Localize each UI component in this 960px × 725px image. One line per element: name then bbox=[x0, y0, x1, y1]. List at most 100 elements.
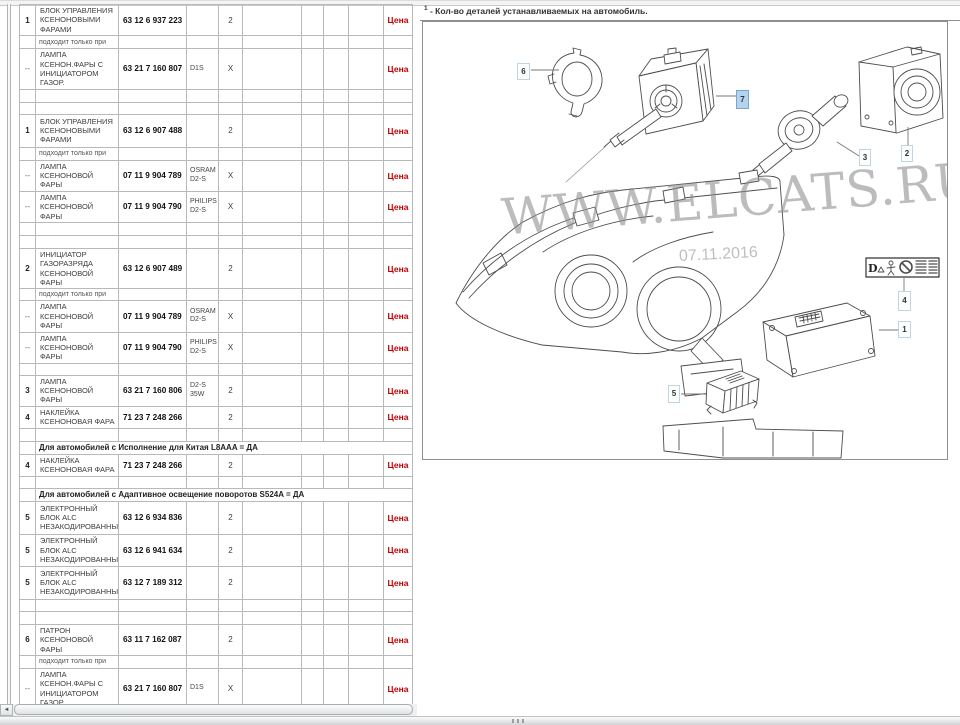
num-cell bbox=[19, 288, 36, 302]
empty-cell bbox=[218, 221, 243, 236]
price-link[interactable]: Цена bbox=[388, 578, 409, 588]
table-row bbox=[19, 475, 413, 489]
empty-cell bbox=[118, 362, 187, 376]
empty-cell bbox=[323, 331, 349, 364]
empty-cell bbox=[218, 234, 243, 249]
splitter-grip-icon[interactable] bbox=[512, 719, 526, 723]
empty-cell bbox=[218, 610, 243, 625]
horizontal-scrollbar[interactable]: ◄ bbox=[0, 704, 417, 716]
section-cell: Для автомобилей с Адаптивное освещение п… bbox=[35, 487, 413, 502]
empty-cell bbox=[242, 234, 302, 249]
empty-cell bbox=[186, 654, 219, 669]
price-link[interactable]: Цена bbox=[388, 171, 409, 181]
name-cell: НАКЛЕЙКА КСЕНОНОВАЯ ФАРА bbox=[35, 405, 119, 429]
table-row: -- ЛАМПА КСЕНОНОВОЙ ФАРЫ 07 11 9 904 790 PH… bbox=[19, 331, 413, 364]
name-cell: БЛОК УПРАВЛЕНИЯ КСЕНОНОВЫМИ ФАРАМИ bbox=[35, 113, 119, 148]
price-link[interactable]: Цена bbox=[388, 635, 409, 645]
callout-1[interactable]: 1 bbox=[898, 321, 911, 338]
empty-cell bbox=[19, 610, 36, 625]
empty-cell bbox=[323, 533, 349, 567]
callout-2[interactable]: 2 bbox=[901, 145, 913, 162]
empty-cell bbox=[242, 300, 302, 333]
scroll-left-arrow-icon[interactable]: ◄ bbox=[0, 704, 13, 716]
table-row: 2 ИНИЦИАТОР ГАЗОРАЗРЯДА КСЕНОНОВОЙ ФАРЫ 63… bbox=[19, 247, 413, 290]
name-cell: ЛАМПА КСЕНОН.ФАРЫ С ИНИЦИАТОРОМ ГАЗОР. bbox=[35, 48, 119, 90]
num-cell bbox=[19, 146, 36, 161]
empty-cell bbox=[242, 654, 302, 669]
bottom-splitter[interactable] bbox=[0, 716, 960, 725]
empty-cell bbox=[242, 221, 302, 236]
empty-cell bbox=[242, 288, 302, 302]
empty-cell bbox=[186, 221, 219, 236]
empty-cell bbox=[348, 88, 384, 103]
empty-cell bbox=[186, 35, 219, 50]
name-cell: ЛАМПА КСЕНОНОВОЙ ФАРЫ bbox=[35, 159, 119, 192]
empty-cell bbox=[301, 623, 324, 656]
pn-cell: 63 11 7 162 087 bbox=[118, 623, 187, 656]
pn-cell: 63 12 7 189 312 bbox=[118, 565, 187, 600]
empty-cell bbox=[348, 331, 384, 364]
pn-cell: 71 23 7 248 266 bbox=[118, 405, 187, 429]
pn-cell: 07 11 9 904 790 bbox=[118, 190, 187, 223]
price-cell: Цена bbox=[383, 247, 413, 290]
empty-cell bbox=[348, 48, 384, 90]
qty-cell: X bbox=[218, 190, 243, 223]
table-row bbox=[19, 610, 413, 625]
table-row bbox=[19, 362, 413, 376]
empty-cell bbox=[323, 300, 349, 333]
scrollbar-thumb[interactable] bbox=[14, 704, 413, 715]
num-cell: 4 bbox=[19, 453, 36, 477]
price-link[interactable]: Цена bbox=[388, 684, 409, 694]
callout-4[interactable]: 4 bbox=[898, 291, 911, 311]
callout-3[interactable]: 3 bbox=[859, 149, 871, 166]
empty-cell bbox=[35, 221, 119, 236]
empty-cell bbox=[242, 453, 302, 477]
svg-text:D: D bbox=[868, 262, 878, 275]
empty-cell bbox=[242, 48, 302, 90]
empty-cell bbox=[242, 247, 302, 290]
qty-cell: 2 bbox=[218, 500, 243, 535]
empty-cell bbox=[242, 331, 302, 364]
empty-cell bbox=[348, 654, 384, 669]
price-link[interactable]: Цена bbox=[388, 513, 409, 523]
price-cell: Цена bbox=[383, 331, 413, 364]
empty-cell bbox=[19, 598, 36, 612]
empty-cell bbox=[242, 35, 302, 50]
empty-cell bbox=[242, 565, 302, 600]
spec-cell: D1S bbox=[186, 667, 219, 704]
name-cell: БЛОК УПРАВЛЕНИЯ КСЕНОНОВЫМИ ФАРАМИ bbox=[35, 4, 119, 37]
num-cell bbox=[19, 440, 36, 455]
callout-5[interactable]: 5 bbox=[668, 385, 680, 403]
price-link[interactable]: Цена bbox=[388, 386, 409, 396]
pane-divider[interactable] bbox=[7, 4, 11, 704]
table-row: -- ЛАМПА КСЕНОНОВОЙ ФАРЫ 07 11 9 904 790 PH… bbox=[19, 190, 413, 223]
price-link[interactable]: Цена bbox=[388, 202, 409, 212]
note-cell: подходит только при bbox=[35, 654, 119, 669]
price-link[interactable]: Цена bbox=[388, 311, 409, 321]
empty-cell bbox=[323, 221, 349, 236]
pn-cell: 63 12 6 941 634 bbox=[118, 533, 187, 567]
callout-6[interactable]: 6 bbox=[517, 63, 530, 80]
empty-cell bbox=[323, 48, 349, 90]
empty-cell bbox=[323, 288, 349, 302]
empty-cell bbox=[348, 146, 384, 161]
num-cell bbox=[19, 654, 36, 669]
empty-cell bbox=[301, 654, 324, 669]
price-link[interactable]: Цена bbox=[388, 545, 409, 555]
table-row: подходит только при bbox=[19, 146, 413, 161]
callout-7[interactable]: 7 bbox=[736, 90, 749, 109]
empty-cell bbox=[301, 4, 324, 37]
empty-cell bbox=[19, 221, 36, 236]
pn-cell: 07 11 9 904 789 bbox=[118, 300, 187, 333]
empty-cell bbox=[19, 101, 36, 115]
price-link[interactable]: Цена bbox=[388, 412, 409, 422]
price-link[interactable]: Цена bbox=[388, 343, 409, 353]
price-link[interactable]: Цена bbox=[388, 264, 409, 274]
price-link[interactable]: Цена bbox=[388, 15, 409, 25]
footnote-text: - Кол-во деталей устанавливаемых на авто… bbox=[427, 5, 648, 16]
price-link[interactable]: Цена bbox=[388, 460, 409, 470]
price-link[interactable]: Цена bbox=[388, 64, 409, 74]
price-link[interactable]: Цена bbox=[388, 126, 409, 136]
empty-cell bbox=[323, 598, 349, 612]
empty-cell bbox=[118, 288, 187, 302]
